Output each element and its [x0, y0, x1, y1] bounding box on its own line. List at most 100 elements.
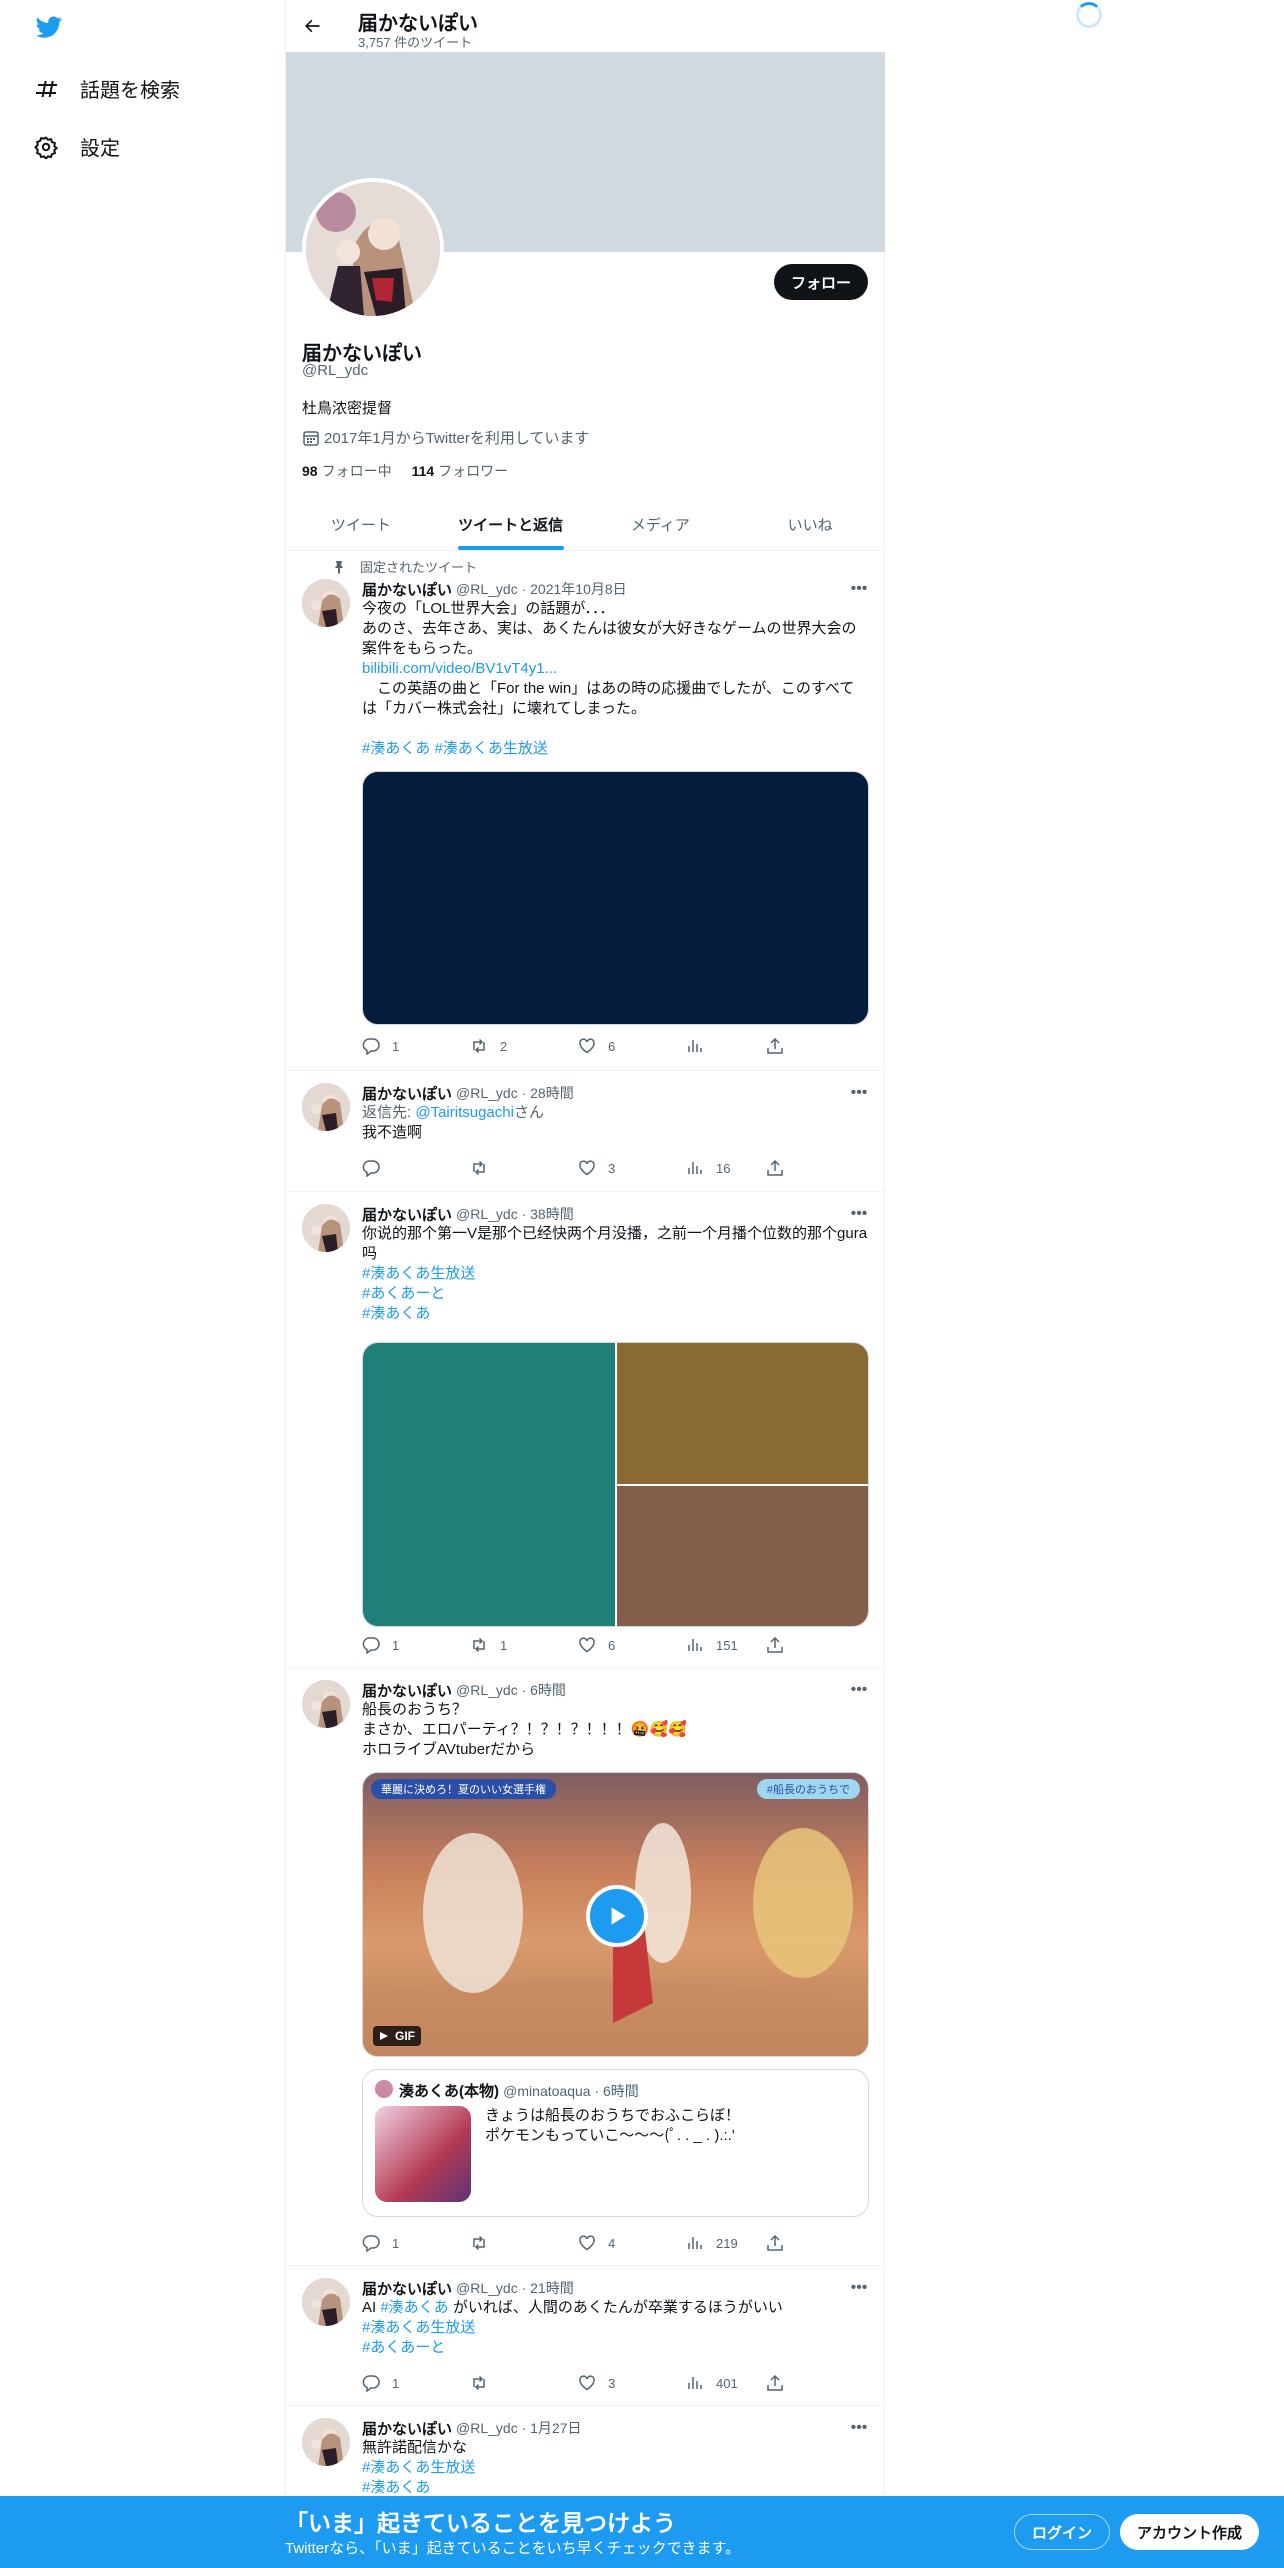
views-button[interactable]: 16: [686, 1159, 730, 1177]
nav-explore-label: 話題を検索: [80, 80, 180, 102]
retweet-button[interactable]: [470, 1159, 500, 1177]
hashtag-link[interactable]: #あくあーと: [362, 1284, 869, 1304]
retweet-button[interactable]: [470, 2374, 500, 2392]
hashtag-link[interactable]: #湊あくあ: [362, 2478, 869, 2498]
tweet-media-video[interactable]: [362, 771, 869, 1025]
play-button-icon[interactable]: [586, 1885, 648, 1947]
hashtag-link[interactable]: #あくあーと: [362, 2338, 869, 2358]
tweet-pinned[interactable]: 固定されたツイート ••• 届かないぽい @RL_ydc · 2021年10月8日…: [286, 551, 885, 1071]
twitter-bird-icon[interactable]: [34, 14, 64, 40]
tab-tweets-and-replies[interactable]: ツイートと返信: [436, 498, 586, 550]
views-button[interactable]: 219: [686, 2234, 738, 2252]
like-count: 4: [608, 2235, 616, 2251]
hashtag-link[interactable]: #湊あくあ生放送: [362, 2318, 869, 2338]
tweet-media-gif[interactable]: 華麗に決めろ！夏のいい女選手権 #船長のおうちで GIF: [362, 1772, 869, 2057]
profile-joined: 2017年1月からTwitterを利用しています: [302, 427, 589, 448]
profile-avatar[interactable]: [302, 178, 444, 320]
retweet-button[interactable]: 1: [470, 1636, 507, 1654]
reply-button[interactable]: 1: [362, 1636, 399, 1654]
hashtag-link[interactable]: #湊あくあ: [380, 2299, 448, 2316]
retweet-button[interactable]: 2: [470, 1037, 507, 1055]
reply-button[interactable]: 1: [362, 2234, 399, 2252]
hashtag-link[interactable]: #湊あくあ: [362, 1304, 869, 1324]
tweet[interactable]: ••• 届かないぽい @RL_ydc · 38時間 你说的那个第一V是那个已经快两…: [286, 1192, 885, 1668]
retweet-button[interactable]: [470, 2234, 500, 2252]
views-button[interactable]: 401: [686, 2374, 738, 2392]
reply-button[interactable]: [362, 1159, 392, 1177]
tweet-meta[interactable]: @RL_ydc · 21時間: [456, 2278, 574, 2298]
views-count: 151: [716, 1637, 738, 1653]
tweet-author-name[interactable]: 届かないぽい: [362, 2278, 452, 2299]
quote-line: ポケモンもっていこ〜〜〜(ﾟ. . _ . ).:.': [485, 2127, 735, 2144]
text-suffix: がいれば、人間のあくたんが卒業するほうがいい: [448, 2299, 783, 2316]
tab-media[interactable]: メディア: [586, 498, 736, 550]
pinned-label: 固定されたツイート: [332, 557, 477, 576]
retweet-icon: [473, 1637, 485, 1653]
reply-button[interactable]: 1: [362, 1037, 399, 1055]
tab-tweets[interactable]: ツイート: [286, 498, 436, 550]
signup-button[interactable]: アカウント作成: [1120, 2514, 1260, 2550]
tweet-meta[interactable]: @RL_ydc · 6時間: [456, 1680, 566, 1700]
tweet-hashtags[interactable]: #湊あくあ #湊あくあ生放送: [362, 739, 869, 759]
followers-link[interactable]: 114 フォロワー: [412, 461, 509, 481]
tweet-author-name[interactable]: 届かないぽい: [362, 2418, 452, 2439]
hashtag-link[interactable]: #湊あくあ生放送: [362, 2458, 869, 2478]
tweet[interactable]: ••• 届かないぽい @RL_ydc · 28時間 返信先: @Tairitsug…: [286, 1071, 885, 1192]
share-button[interactable]: [766, 1159, 796, 1177]
tweet[interactable]: ••• 届かないぽい @RL_ydc · 6時間 船長のおうち？ まさか、エロパー…: [286, 1668, 885, 2266]
follow-button[interactable]: フォロー: [773, 264, 868, 300]
avatar[interactable]: [302, 1204, 350, 1252]
media-image[interactable]: [617, 1343, 868, 1484]
avatar[interactable]: [302, 1680, 350, 1728]
quote-tweet[interactable]: 湊あくあ(本物) @minatoaqua · 6時間 きょうは船長のおうちでおふ…: [362, 2069, 869, 2217]
views-button[interactable]: [686, 1037, 716, 1055]
pin-icon: [335, 560, 343, 574]
tab-likes[interactable]: いいね: [735, 498, 885, 550]
avatar[interactable]: [302, 579, 350, 627]
avatar[interactable]: [302, 1083, 350, 1131]
profile-header-bar: 届かないぽい 3,757 件のツイート: [286, 0, 885, 52]
like-button[interactable]: 3: [578, 1159, 615, 1177]
share-button[interactable]: [766, 2374, 796, 2392]
login-button[interactable]: ログイン: [1014, 2514, 1111, 2550]
views-icon: [688, 1040, 702, 1052]
tweet-line: ホロライブAVtuberだから: [362, 1741, 536, 1758]
like-button[interactable]: 4: [578, 2234, 615, 2252]
media-image[interactable]: [363, 1343, 615, 1626]
tweet-meta[interactable]: @RL_ydc · 2021年10月8日: [456, 579, 627, 599]
like-button[interactable]: 6: [578, 1037, 615, 1055]
avatar[interactable]: [302, 2418, 350, 2466]
nav-explore[interactable]: 話題を検索: [34, 74, 180, 103]
gif-label: GIF: [395, 2029, 415, 2043]
share-button[interactable]: [766, 1636, 796, 1654]
like-button[interactable]: 3: [578, 2374, 615, 2392]
tweet-line: まさか、エロパーティ？！？！？！！！🤬🥰🥰: [362, 1721, 687, 1738]
tweet-author-name[interactable]: 届かないぽい: [362, 1680, 452, 1701]
views-button[interactable]: 151: [686, 1636, 738, 1654]
tweet-meta[interactable]: @RL_ydc · 1月27日: [456, 2418, 581, 2438]
following-link[interactable]: 98 フォロー中: [302, 461, 392, 481]
nav-settings[interactable]: 設定: [34, 132, 120, 161]
tweet-author-name[interactable]: 届かないぽい: [362, 579, 452, 600]
share-button[interactable]: [766, 2234, 796, 2252]
media-image[interactable]: [617, 1486, 868, 1626]
tweet-author-name[interactable]: 届かないぽい: [362, 1083, 452, 1104]
reply-to-handle[interactable]: @Tairitsugachi: [415, 1104, 514, 1121]
hashtag-link[interactable]: #湊あくあ生放送: [362, 1264, 869, 1284]
tweet-meta[interactable]: @RL_ydc · 28時間: [456, 1083, 574, 1103]
tweet-actions: 1 3 401: [362, 2374, 783, 2394]
tweet-link[interactable]: bilibili.com/video/BV1vT4y1...: [362, 659, 869, 679]
tweet-header: 届かないぽい @RL_ydc · 28時間: [362, 1083, 869, 1103]
avatar[interactable]: [302, 2278, 350, 2326]
back-arrow-icon[interactable]: [300, 14, 324, 38]
tweet-header: 届かないぽい @RL_ydc · 38時間: [362, 1204, 869, 1224]
tweet-meta[interactable]: @RL_ydc · 38時間: [456, 1204, 574, 1224]
share-button[interactable]: [766, 1037, 796, 1055]
tweet-text: 船長のおうち？ まさか、エロパーティ？！？！？！！！🤬🥰🥰 ホロライブAVtub…: [362, 1700, 869, 1760]
reply-button[interactable]: 1: [362, 2374, 399, 2392]
like-button[interactable]: 6: [578, 1636, 615, 1654]
tweet-body: 届かないぽい @RL_ydc · 38時間 你说的那个第一V是那个已经快两个月没播…: [362, 1204, 869, 1627]
tweet-author-name[interactable]: 届かないぽい: [362, 1204, 452, 1225]
views-icon: [688, 2237, 702, 2249]
tweet[interactable]: ••• 届かないぽい @RL_ydc · 21時間 AI #湊あくあ がいれば、人…: [286, 2266, 885, 2406]
